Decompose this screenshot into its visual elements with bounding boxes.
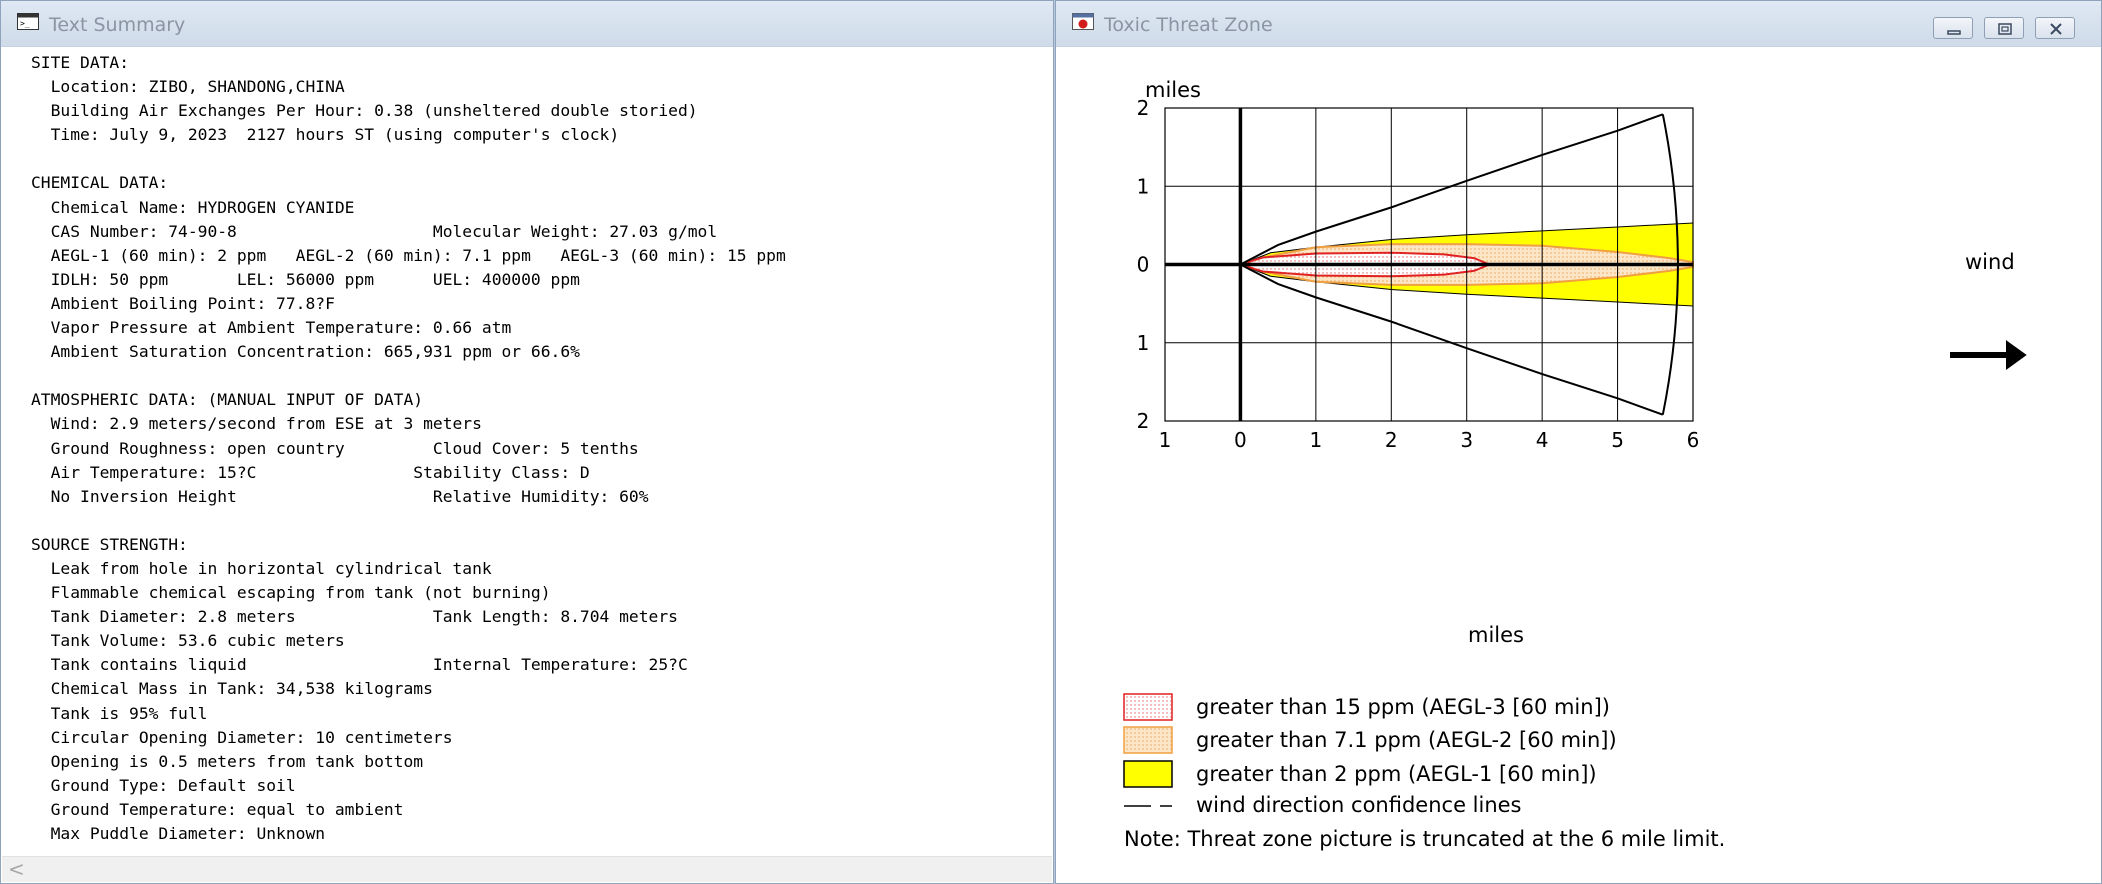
report-line: Ambient Saturation Concentration: 665,93… (50, 342, 580, 362)
maximize-icon (1998, 23, 2012, 35)
report-line: Circular Opening Diameter: 10 centimeter… (50, 727, 453, 747)
x-tick-label: 6 (1687, 428, 1700, 452)
x-tick-label: 4 (1536, 428, 1549, 452)
x-axis-label: miles (1468, 623, 1524, 647)
text-summary-content: SITE DATA: Location: ZIBO, SHANDONG,CHIN… (2, 47, 1052, 882)
report-line: Opening is 0.5 meters from tank bottom (50, 751, 424, 771)
svg-text:>_: >_ (20, 19, 30, 28)
y-tick-label: 2 (1137, 96, 1150, 120)
summary-report-text: SITE DATA: Location: ZIBO, SHANDONG,CHIN… (2, 47, 1052, 846)
report-line: Max Puddle Diameter: Unknown (50, 824, 326, 843)
legend-label: wind direction confidence lines (1196, 793, 1522, 817)
report-line: Chemical Mass in Tank: 34,538 kilograms (50, 679, 433, 699)
report-line: Building Air Exchanges Per Hour: 0.38 (u… (50, 101, 698, 121)
report-line: Wind: 2.9 meters/second from ESE at 3 me… (50, 414, 482, 434)
threat-zone-chart: miles miles wind greater than 15 ppm (AE… (1123, 78, 2027, 851)
report-line: AEGL-1 (60 min): 2 ppm AEGL-2 (60 min): … (50, 245, 786, 265)
y-tick-label: 1 (1137, 331, 1150, 355)
report-line: Tank Volume: 53.6 cubic meters (50, 631, 345, 651)
report-line: SOURCE STRENGTH: (31, 534, 188, 554)
report-line: Location: ZIBO, SHANDONG,CHINA (50, 77, 345, 97)
report-line: Leak from hole in horizontal cylindrical… (50, 558, 492, 578)
report-line: Chemical Name: HYDROGEN CYANIDE (50, 197, 355, 217)
x-tick-label: 1 (1159, 428, 1172, 452)
threat-zone-titlebar[interactable]: Toxic Threat Zone (1056, 1, 2101, 47)
minimize-icon (1947, 30, 1961, 35)
report-line: Time: July 9, 2023 2127 hours ST (using … (50, 125, 620, 145)
legend-item-aegl1: greater than 2 ppm (AEGL-1 [60 min]) (1123, 760, 1597, 788)
x-tick-label: 5 (1611, 428, 1624, 452)
report-line: Flammable chemical escaping from tank (n… (50, 583, 551, 603)
y-axis-label: miles (1145, 78, 1201, 102)
report-line: CAS Number: 74-90-8 Molecular Weight: 27… (50, 221, 718, 241)
legend-item-aegl3: greater than 15 ppm (AEGL-3 [60 min]) (1123, 693, 1610, 721)
legend-label: greater than 2 ppm (AEGL-1 [60 min]) (1196, 762, 1597, 786)
text-summary-titlebar[interactable]: >_ Text Summary (1, 1, 1053, 47)
truncation-note: Note: Threat zone picture is truncated a… (1124, 827, 1725, 851)
chart-legend: greater than 15 ppm (AEGL-3 [60 min]) gr… (1123, 693, 1725, 851)
scroll-left-arrow-icon[interactable]: < (8, 857, 25, 881)
legend-item-confidence-lines: wind direction confidence lines (1124, 793, 1522, 817)
x-tick-label: 2 (1385, 428, 1398, 452)
window-title: Text Summary (49, 14, 186, 36)
report-line: ATMOSPHERIC DATA: (MANUAL INPUT OF DATA) (31, 390, 424, 410)
x-tick-label: 0 (1234, 428, 1247, 452)
report-line: Ground Type: Default soil (50, 775, 296, 795)
window-title: Toxic Threat Zone (1104, 14, 1273, 36)
report-line: CHEMICAL DATA: (31, 173, 169, 193)
y-tick-label: 2 (1137, 409, 1150, 433)
close-button[interactable] (2035, 17, 2075, 39)
report-line: SITE DATA: (31, 53, 130, 72)
minimize-button[interactable] (1933, 17, 1973, 39)
horizontal-scrollbar[interactable]: < (2, 856, 1052, 882)
y-tick-label: 0 (1137, 253, 1150, 277)
x-tick-label: 1 (1309, 428, 1322, 452)
wind-arrow: wind (1950, 250, 2027, 370)
report-line: Ground Temperature: equal to ambient (50, 799, 404, 819)
report-line: IDLH: 50 ppm LEL: 56000 ppm UEL: 400000 … (50, 269, 580, 289)
text-summary-window: >_ Text Summary SITE DATA: Location: ZIB… (0, 0, 1054, 884)
report-line: No Inversion Height Relative Humidity: 6… (50, 486, 649, 506)
report-line: Ambient Boiling Point: 77.8?F (50, 293, 335, 313)
report-line: Ground Roughness: open country Cloud Cov… (50, 438, 639, 458)
legend-item-aegl2: greater than 7.1 ppm (AEGL-2 [60 min]) (1123, 726, 1617, 754)
threat-zone-content: miles miles wind greater than 15 ppm (AE… (1057, 47, 2100, 882)
report-line: Vapor Pressure at Ambient Temperature: 0… (50, 318, 512, 338)
report-line: Air Temperature: 15?C Stability Class: D (50, 462, 590, 482)
app-window-icon: >_ (17, 13, 39, 30)
x-tick-label: 3 (1460, 428, 1473, 452)
threat-zone-app-icon (1072, 13, 1094, 30)
toxic-threat-zone-window: Toxic Threat Zone miles miles wind great… (1055, 0, 2102, 884)
report-line: Tank Diameter: 2.8 meters Tank Length: 8… (50, 607, 678, 627)
y-tick-label: 1 (1137, 174, 1150, 198)
wind-label: wind (1965, 250, 2015, 274)
legend-label: greater than 15 ppm (AEGL-3 [60 min]) (1196, 695, 1610, 719)
legend-label: greater than 7.1 ppm (AEGL-2 [60 min]) (1196, 728, 1617, 752)
report-line: Tank is 95% full (50, 703, 208, 723)
maximize-button[interactable] (1984, 17, 2024, 39)
close-icon (2050, 23, 2062, 35)
report-line: Tank contains liquid Internal Temperatur… (50, 655, 688, 675)
